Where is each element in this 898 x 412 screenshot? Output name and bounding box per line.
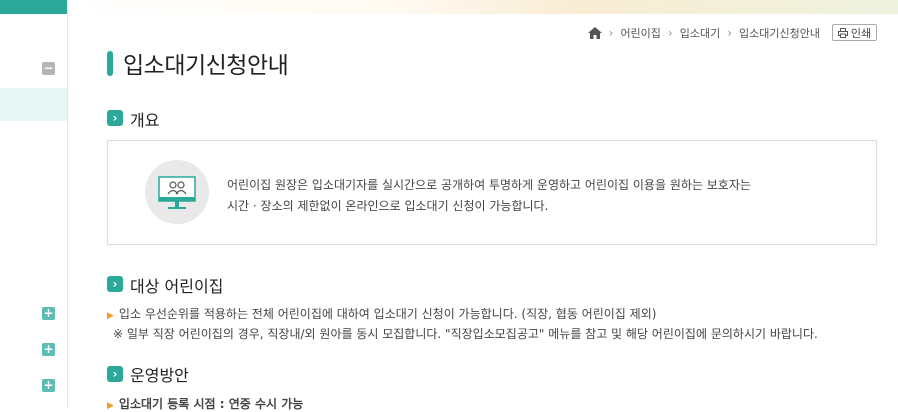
breadcrumb-item[interactable]: 어린이집 bbox=[620, 25, 660, 41]
sidebar: − + + + bbox=[0, 0, 68, 409]
title-accent bbox=[107, 51, 113, 76]
bullet-icon: ▶ bbox=[107, 311, 114, 321]
chevron-right-icon: › bbox=[107, 276, 123, 292]
chevron-right-icon: › bbox=[608, 26, 614, 40]
print-button[interactable]: 인쇄 bbox=[832, 24, 877, 41]
monitor-users-icon bbox=[145, 160, 209, 224]
sidebar-active-item[interactable] bbox=[0, 88, 67, 121]
expand-icon[interactable]: + bbox=[42, 379, 55, 392]
printer-icon bbox=[837, 27, 848, 38]
chevron-right-icon: › bbox=[667, 26, 673, 40]
print-label: 인쇄 bbox=[850, 26, 872, 40]
page-title: 입소대기신청안내 bbox=[123, 53, 289, 79]
collapse-icon[interactable]: − bbox=[42, 62, 55, 75]
chevron-right-icon: › bbox=[107, 110, 123, 126]
section-title-overview: 개요 bbox=[130, 111, 160, 130]
chevron-right-icon: › bbox=[727, 26, 733, 40]
breadcrumb-item-current: 입소대기신청안내 bbox=[739, 27, 820, 40]
target-bullet-text: 입소 우선순위를 적용하는 전체 어린이집에 대하여 입소대기 신청이 가능합니… bbox=[118, 307, 657, 321]
overview-line: 시간 · 장소의 제한없이 온라인으로 입소대기 신청이 가능합니다. bbox=[227, 199, 549, 213]
section-title-operation: 운영방안 bbox=[130, 366, 189, 385]
overview-line: 어린이집 원장은 입소대기자를 실시간으로 공개하여 투명하게 운영하고 어린이… bbox=[227, 178, 751, 192]
target-bullet: ▶ 입소 우선순위를 적용하는 전체 어린이집에 대하여 입소대기 신청이 가능합… bbox=[107, 305, 656, 322]
overview-box: 어린이집 원장은 입소대기자를 실시간으로 공개하여 투명하게 운영하고 어린이… bbox=[107, 140, 877, 245]
target-note: ※ 일부 직장 어린이집의 경우, 직장내/외 원아를 동시 모집합니다. "직… bbox=[113, 327, 818, 341]
top-banner bbox=[68, 0, 898, 14]
expand-icon[interactable]: + bbox=[42, 343, 55, 356]
breadcrumb: › 어린이집 › 입소대기 › 입소대기신청안내 bbox=[587, 25, 820, 41]
section-title-target: 대상 어린이집 bbox=[130, 277, 224, 296]
breadcrumb-item[interactable]: 입소대기 bbox=[680, 25, 720, 41]
bullet-icon: ▶ bbox=[107, 401, 114, 411]
sidebar-top-bar bbox=[0, 0, 67, 14]
overview-text: 어린이집 원장은 입소대기자를 실시간으로 공개하여 투명하게 운영하고 어린이… bbox=[227, 175, 751, 217]
operation-bullet: ▶ 입소대기 등록 시점 : 연중 수시 가능 bbox=[107, 395, 303, 412]
home-icon[interactable] bbox=[587, 27, 602, 39]
expand-icon[interactable]: + bbox=[42, 307, 55, 320]
chevron-right-icon: › bbox=[107, 366, 123, 382]
